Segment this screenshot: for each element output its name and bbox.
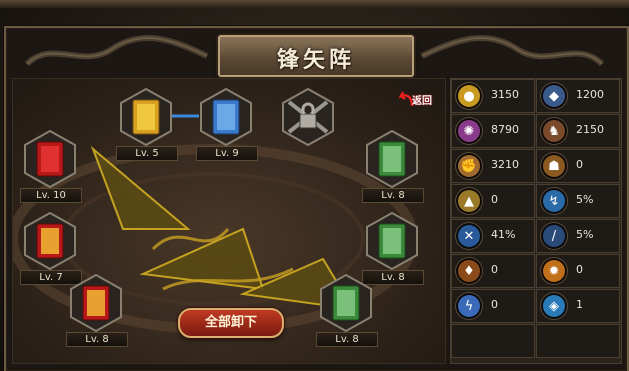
beast-icon: ♦	[456, 258, 482, 284]
formation-slot-8[interactable]: Lv. 8	[316, 274, 378, 347]
stat-cell: ◆ 1200	[536, 79, 620, 113]
slot-level: Lv. 9	[196, 146, 258, 161]
scroll-red-gold-icon	[24, 212, 76, 270]
page-title: 锋矢阵	[276, 47, 355, 73]
back-label: 返回	[412, 96, 432, 107]
stat-cell: ◈ 1	[536, 289, 620, 323]
scroll-green-icon	[320, 274, 372, 332]
stat-cell: ϟ0	[451, 289, 535, 323]
scroll-red-icon	[24, 130, 76, 188]
stat-cell: ♞ 2150	[536, 114, 620, 148]
slot-level: Lv. 8	[316, 332, 378, 347]
stat-cell-empty	[536, 324, 620, 358]
formation-slot-2[interactable]: Lv. 9	[196, 88, 258, 161]
fire-burst-icon: ✹	[541, 258, 567, 284]
helmet-icon: ☗	[541, 153, 567, 179]
slot-level: Lv. 10	[20, 188, 82, 203]
stat-cell: ✹ 0	[536, 254, 620, 288]
stat-cell: ● 3150	[451, 79, 535, 113]
fist-icon: ✊	[456, 153, 482, 179]
formation-window: 锋矢阵 返回 Lv. 5 Lv. 9 Lv. 10 Lv. 8 Lv. 7 Lv…	[0, 0, 629, 371]
scroll-green-icon	[366, 212, 418, 270]
stat-cell-empty	[451, 324, 535, 358]
lightning-icon: ϟ	[456, 293, 482, 319]
slot-level: Lv. 8	[362, 188, 424, 203]
stat-cell: ▲ 0	[451, 184, 535, 218]
warrior-icon: ♞	[541, 118, 567, 144]
stat-cell: ☗ 0	[536, 149, 620, 183]
stat-cell: ✕ 41%	[451, 219, 535, 253]
back-button[interactable]: 返回	[398, 88, 444, 110]
top-strip	[0, 0, 629, 8]
dragon-ornament-left	[24, 34, 209, 67]
blue-swirl-icon: ↯	[541, 188, 567, 214]
crossed-swords-icon: ✕	[456, 223, 482, 249]
gem-icon: ◈	[541, 293, 567, 319]
formation-slot-4[interactable]: Lv. 8	[362, 130, 424, 203]
stats-panel: ● 3150 ◆ 1200 ✺ 8790 ♞ 2150 ✊ 3210 ☗ 0 ▲ 0 ↯ 5% …	[450, 78, 622, 364]
slot-level: Lv. 8	[66, 332, 128, 347]
stat-cell: ♦ 0	[451, 254, 535, 288]
slash-icon: /	[541, 223, 567, 249]
formation-slot-7[interactable]: Lv. 8	[66, 274, 128, 347]
lock-chain-icon	[282, 88, 334, 146]
formation-slot-locked[interactable]	[278, 88, 338, 160]
stat-cell: /5%	[536, 219, 620, 253]
arrow-up-icon: ▲	[456, 188, 482, 214]
unload-all-button[interactable]: 全部卸下	[178, 308, 284, 338]
formation-slot-1[interactable]: Lv. 5	[116, 88, 178, 161]
scroll-gold-icon	[120, 88, 172, 146]
formation-slot-3[interactable]: Lv. 10	[20, 130, 82, 203]
scroll-green-icon	[366, 130, 418, 188]
shield-icon: ◆	[541, 83, 567, 109]
purple-orb-icon: ✺	[456, 118, 482, 144]
title-plate: 锋矢阵	[218, 35, 414, 77]
scroll-blue-icon	[200, 88, 252, 146]
slot-level: Lv. 5	[116, 146, 178, 161]
stat-cell: ↯ 5%	[536, 184, 620, 218]
scroll-red-gold-icon	[70, 274, 122, 332]
stat-cell: ✊ 3210	[451, 149, 535, 183]
dragon-ornament-right	[420, 34, 605, 67]
stat-cell: ✺ 8790	[451, 114, 535, 148]
gold-orb-icon: ●	[456, 83, 482, 109]
